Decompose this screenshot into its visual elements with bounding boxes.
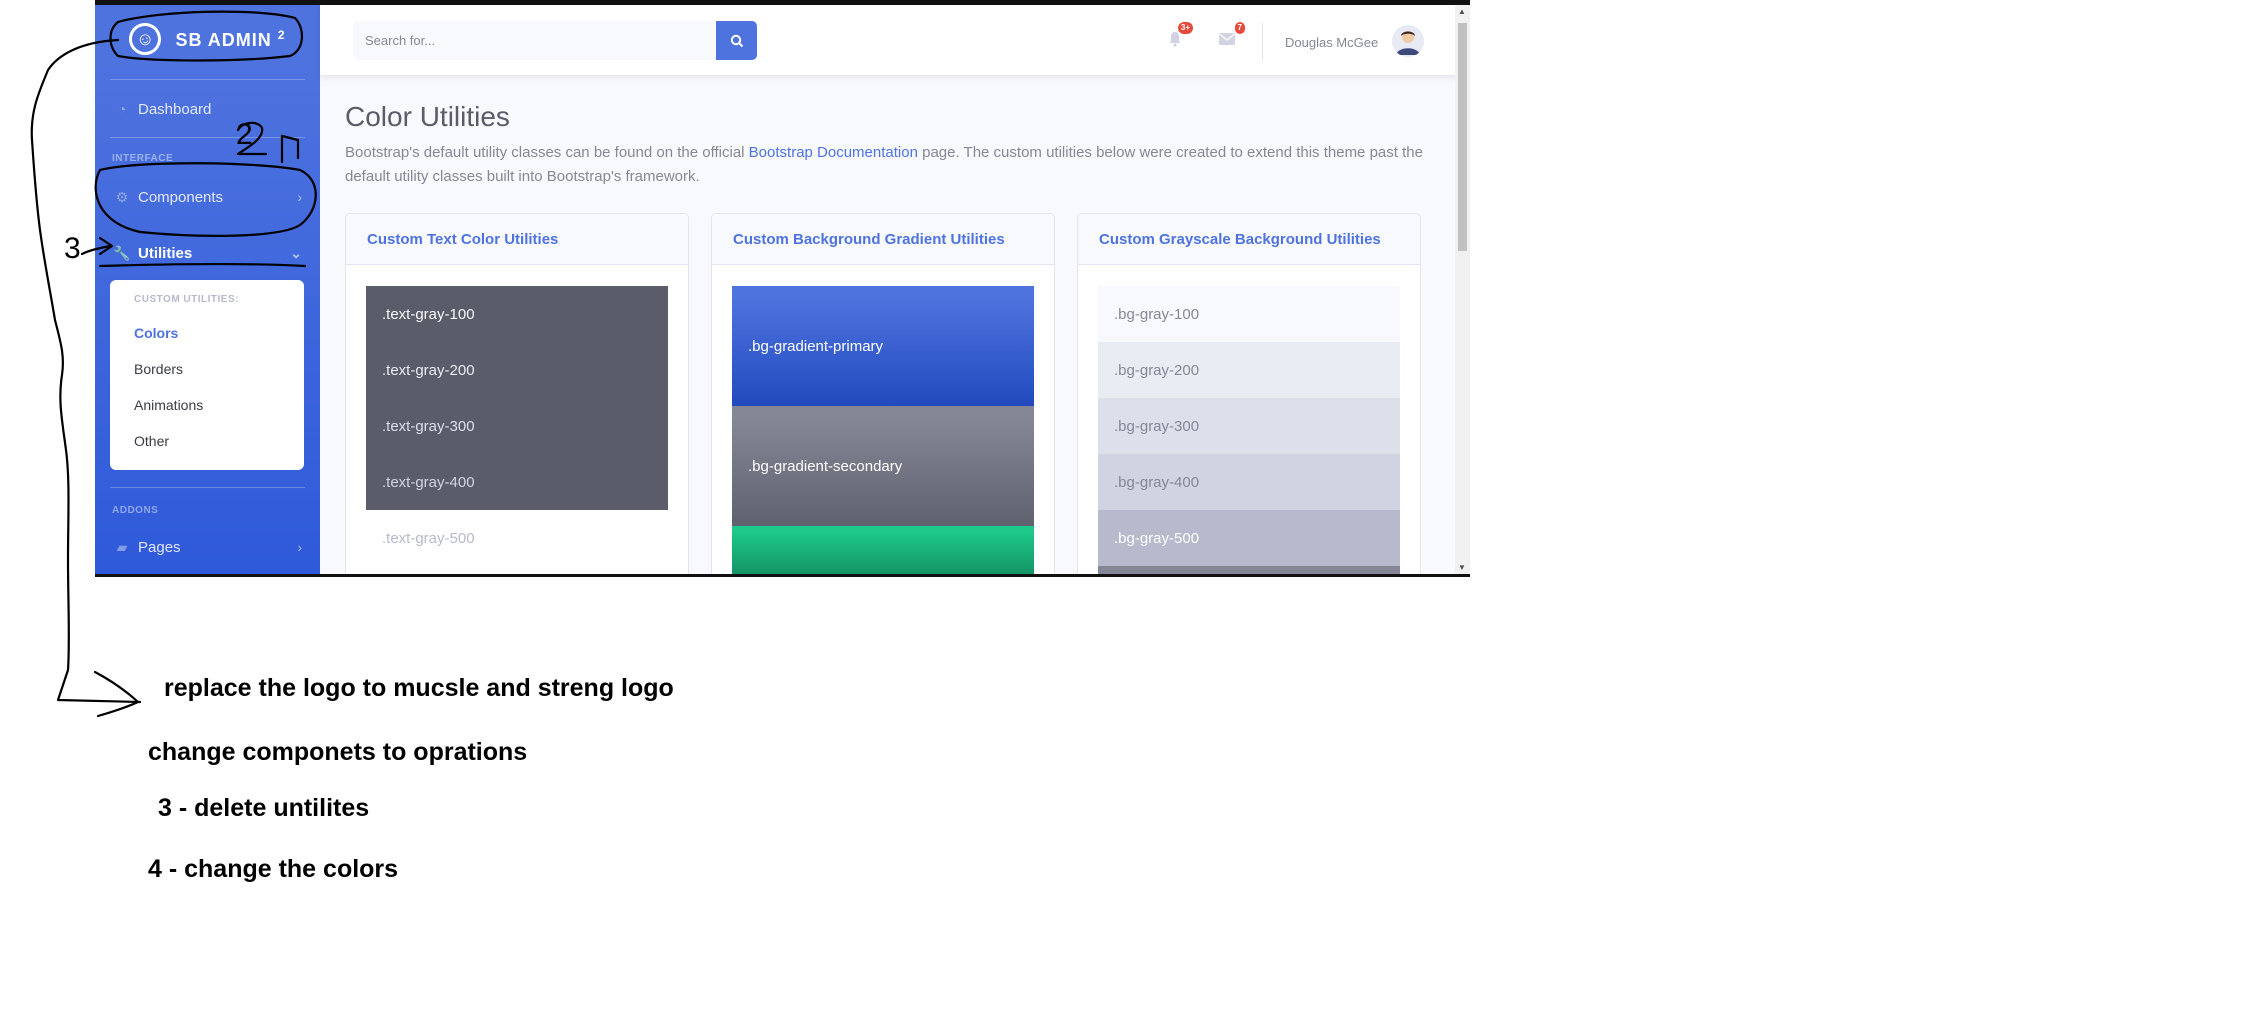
card-text-colors: Custom Text Color Utilities .text-gray-1… — [345, 213, 689, 574]
list-item: .bg-gray-300 — [1098, 398, 1400, 454]
app-window: ☺ SB ADMIN 2 ◔ Dashboard INTERFACE ⚙ Com… — [95, 0, 1470, 577]
scroll-up-icon[interactable]: ▲ — [1458, 7, 1466, 16]
sub-item-animations[interactable]: Animations — [110, 387, 304, 423]
page-description: Bootstrap's default utility classes can … — [345, 141, 1425, 189]
messages-button[interactable]: 7 — [1215, 22, 1245, 51]
list-item: .bg-gray-500 — [1098, 510, 1400, 566]
tachometer-icon: ◔ — [117, 101, 127, 117]
stage: ☺ SB ADMIN 2 ◔ Dashboard INTERFACE ⚙ Com… — [0, 0, 2246, 1020]
sidebar-item-label: Components — [138, 188, 224, 206]
alerts-button[interactable]: 3+ — [1163, 22, 1193, 51]
list-item: .text-gray-400 — [382, 473, 475, 491]
topbar: 3+ 7 Douglas McGee — [320, 5, 1470, 75]
sidebar-item-label: Dashboard — [138, 100, 212, 118]
sidebar-item-label: Pages — [138, 538, 181, 556]
card-title: Custom Text Color Utilities — [346, 214, 688, 265]
collapse-header: CUSTOM UTILITIES: — [134, 294, 239, 305]
sidebar-brand[interactable]: ☺ SB ADMIN 2 — [95, 5, 320, 73]
card-title: Custom Grayscale Background Utilities — [1078, 214, 1420, 265]
utilities-collapse-menu: CUSTOM UTILITIES: Colors Borders Animati… — [110, 280, 304, 470]
sidebar-item-components[interactable]: ⚙ Components › — [95, 177, 320, 217]
list-item: .bg-gray-100 — [1098, 286, 1400, 342]
search-input[interactable] — [353, 21, 716, 60]
gear-icon: ⚙ — [115, 188, 129, 205]
folder-icon: ▰ — [116, 538, 128, 555]
list-item: .bg-gray-200 — [1098, 342, 1400, 398]
card-body: .bg-gradient-primary .bg-gradient-second… — [712, 265, 1054, 574]
annotation-note-utilities: 3 - delete untilites — [158, 794, 370, 822]
card-body: .bg-gray-100 .bg-gray-200 .bg-gray-300 .… — [1078, 265, 1420, 574]
annotation-note-logo: replace the logo to mucsle and streng lo… — [164, 674, 674, 702]
scroll-down-icon[interactable]: ▼ — [1458, 563, 1466, 572]
card-gradient: Custom Background Gradient Utilities .bg… — [711, 213, 1055, 574]
bootstrap-docs-link[interactable]: Bootstrap Documentation — [749, 144, 918, 161]
annotation-number-3: 3 — [64, 232, 81, 265]
card-title: Custom Background Gradient Utilities — [712, 214, 1054, 265]
sidebar-heading-interface: INTERFACE — [112, 153, 174, 164]
chevron-right-icon: › — [297, 539, 302, 555]
desc-text: Bootstrap's default utility classes can … — [345, 144, 749, 161]
sidebar-divider — [110, 137, 305, 138]
list-item: .text-gray-500 — [382, 529, 475, 547]
sub-item-other[interactable]: Other — [110, 423, 304, 459]
gradient-primary-swatch: .bg-gradient-primary — [732, 286, 1034, 406]
sidebar-item-utilities[interactable]: 🔧 Utilities ⌄ — [95, 233, 320, 273]
page-title: Color Utilities — [345, 101, 510, 132]
card-body: .text-gray-100 .text-gray-200 .text-gray… — [346, 265, 688, 566]
annotation-number-2: 2 — [236, 118, 253, 151]
sidebar-item-label: Utilities — [138, 244, 193, 262]
list-item — [1098, 566, 1400, 574]
laugh-wink-icon: ☺ — [125, 19, 166, 59]
annotation-note-colors: 4 - change the colors — [148, 855, 399, 883]
search-button[interactable] — [716, 21, 757, 60]
messages-badge: 7 — [1234, 22, 1245, 34]
avatar[interactable] — [1392, 25, 1424, 57]
envelope-icon — [1219, 33, 1235, 45]
search-bar — [353, 21, 757, 60]
list-item: .text-gray-100 — [382, 305, 475, 323]
topbar-divider — [1262, 23, 1263, 61]
list-item: .text-gray-200 — [382, 361, 475, 379]
sidebar-divider — [110, 487, 305, 488]
sidebar: ☺ SB ADMIN 2 ◔ Dashboard INTERFACE ⚙ Com… — [95, 5, 320, 574]
sidebar-item-pages[interactable]: ▰ Pages › — [95, 527, 320, 567]
wrench-icon: 🔧 — [113, 244, 131, 261]
list-item: .bg-gray-400 — [1098, 454, 1400, 510]
chevron-right-icon: › — [297, 189, 302, 205]
chevron-down-icon: ⌄ — [290, 244, 302, 261]
brand-name: SB ADMIN 2 — [175, 27, 286, 50]
sub-item-borders[interactable]: Borders — [110, 351, 304, 387]
sidebar-heading-addons: ADDONS — [112, 505, 159, 516]
gradient-secondary-swatch: .bg-gradient-secondary — [732, 406, 1034, 526]
search-icon — [730, 34, 743, 47]
user-name[interactable]: Douglas McGee — [1285, 35, 1378, 50]
sidebar-divider — [110, 79, 305, 80]
scroll-thumb[interactable] — [1458, 23, 1467, 251]
scrollbar[interactable]: ▲ ▼ — [1455, 5, 1470, 574]
sidebar-item-dashboard[interactable]: ◔ Dashboard — [95, 89, 320, 129]
sub-item-colors[interactable]: Colors — [110, 315, 304, 351]
user-avatar-icon — [1392, 25, 1424, 57]
list-item: .text-gray-300 — [382, 417, 475, 435]
card-grayscale: Custom Grayscale Background Utilities .b… — [1077, 213, 1421, 574]
annotation-note-components: change componets to oprations — [148, 738, 528, 766]
alerts-badge: 3+ — [1177, 22, 1193, 34]
gradient-success-swatch — [732, 526, 1034, 574]
